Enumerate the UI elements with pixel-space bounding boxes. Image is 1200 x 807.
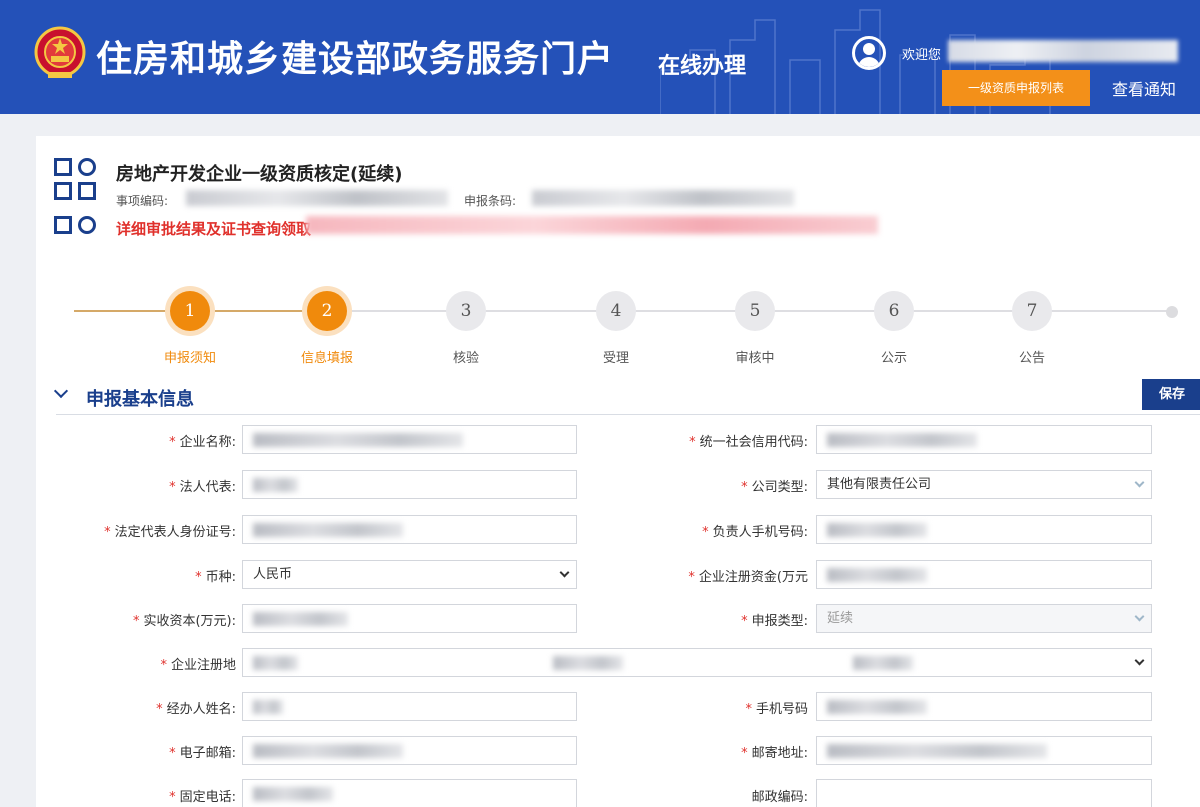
credit-code-input[interactable] [816, 425, 1152, 454]
item-code-label: 事项编码: [116, 194, 169, 208]
fixed-phone-label: * 固定电话: [169, 790, 236, 805]
manager-phone-label: * 负责人手机号码: [702, 525, 808, 540]
registered-capital-label: * 企业注册资金(万元 [688, 570, 808, 585]
view-notice-link[interactable]: 查看通知 [1112, 76, 1176, 100]
section-title: 申报基本信息 [86, 389, 194, 410]
chevron-down-icon [1134, 477, 1145, 488]
step-4-label: 受理 [602, 351, 629, 366]
stepper-end-dot [1166, 306, 1178, 318]
step-6-circle: 6 [874, 291, 914, 331]
user-avatar-icon[interactable] [852, 36, 886, 70]
legal-rep-input[interactable] [242, 470, 577, 499]
company-name-input[interactable] [242, 425, 577, 454]
redacted-result-info [306, 216, 878, 234]
registered-capital-input[interactable] [816, 560, 1152, 589]
approval-result-link[interactable]: 详细审批结果及证书查询领取 [116, 218, 311, 239]
step-7-label: 公告 [1018, 351, 1045, 366]
step-7-circle: 7 [1012, 291, 1052, 331]
mobile-label: * 手机号码 [745, 702, 808, 717]
step-1-circle: 1 [170, 291, 210, 331]
step-1-label: 申报须知 [163, 351, 216, 366]
mail-address-label: * 邮寄地址: [741, 746, 808, 761]
postal-code-label: 邮政编码: [751, 790, 808, 805]
item-title: 房地产开发企业一级资质核定(延续) [116, 164, 403, 185]
step-6-label: 公示 [880, 351, 907, 366]
redacted-item-code [186, 190, 448, 206]
step-4-circle: 4 [596, 291, 636, 331]
paid-capital-label: * 实收资本(万元): [132, 614, 236, 629]
step-5-circle: 5 [735, 291, 775, 331]
result-query-icon [54, 216, 98, 238]
redacted-barcode [532, 190, 794, 206]
email-label: * 电子邮箱: [169, 746, 236, 761]
declare-type-label: * 申报类型: [741, 614, 808, 629]
mobile-input[interactable] [816, 692, 1152, 721]
welcome-text: 欢迎您 [902, 48, 942, 63]
reg-address-select[interactable] [242, 648, 1152, 677]
chevron-down-icon[interactable] [53, 383, 69, 399]
qualification-list-button[interactable]: 一级资质申报列表 [942, 70, 1090, 106]
agent-name-label: * 经办人姓名: [156, 702, 236, 717]
mail-address-input[interactable] [816, 736, 1152, 765]
redacted-username [948, 40, 1178, 62]
portal-title: 住房和城乡建设部政务服务门户 [96, 39, 615, 80]
national-emblem-icon [34, 26, 86, 78]
company-type-label: * 公司类型: [741, 480, 808, 495]
step-5-label: 审核中 [735, 351, 775, 366]
fixed-phone-input[interactable] [242, 779, 577, 807]
paid-capital-input[interactable] [242, 604, 577, 633]
section-divider [56, 414, 1200, 415]
legal-rep-id-input[interactable] [242, 515, 577, 544]
step-2-label: 信息填报 [300, 351, 353, 366]
company-type-select[interactable]: 其他有限责任公司 [816, 470, 1152, 499]
credit-code-label: * 统一社会信用代码: [689, 435, 808, 450]
declare-type-select: 延续 [816, 604, 1152, 633]
legal-rep-id-label: * 法定代表人身份证号: [104, 525, 236, 540]
currency-label: * 币种: [195, 570, 236, 585]
main-card: 房地产开发企业一级资质核定(延续) 事项编码: 申报条码: 详细审批结果及证书查… [36, 136, 1200, 807]
chevron-down-icon [1134, 611, 1145, 622]
currency-select[interactable]: 人民币 [242, 560, 577, 589]
chevron-down-icon [559, 567, 570, 578]
portal-header: 住房和城乡建设部政务服务门户 在线办理 欢迎您 一级资质申报列表 查看通知 [0, 0, 1200, 114]
manager-phone-input[interactable] [816, 515, 1152, 544]
online-service-label: 在线办理 [658, 54, 747, 79]
step-3-circle: 3 [446, 291, 486, 331]
legal-rep-label: * 法人代表: [169, 480, 236, 495]
company-name-label: * 企业名称: [169, 435, 236, 450]
barcode-label: 申报条码: [464, 194, 517, 208]
step-2-circle: 2 [307, 291, 347, 331]
email-input[interactable] [242, 736, 577, 765]
postal-code-input[interactable] [816, 779, 1152, 807]
save-button[interactable]: 保存 [1142, 379, 1200, 410]
chevron-down-icon [1134, 655, 1145, 666]
agent-name-input[interactable] [242, 692, 577, 721]
step-3-label: 核验 [452, 351, 479, 366]
reg-address-label: * 企业注册地 [160, 658, 236, 673]
app-grid-icon [54, 158, 98, 202]
